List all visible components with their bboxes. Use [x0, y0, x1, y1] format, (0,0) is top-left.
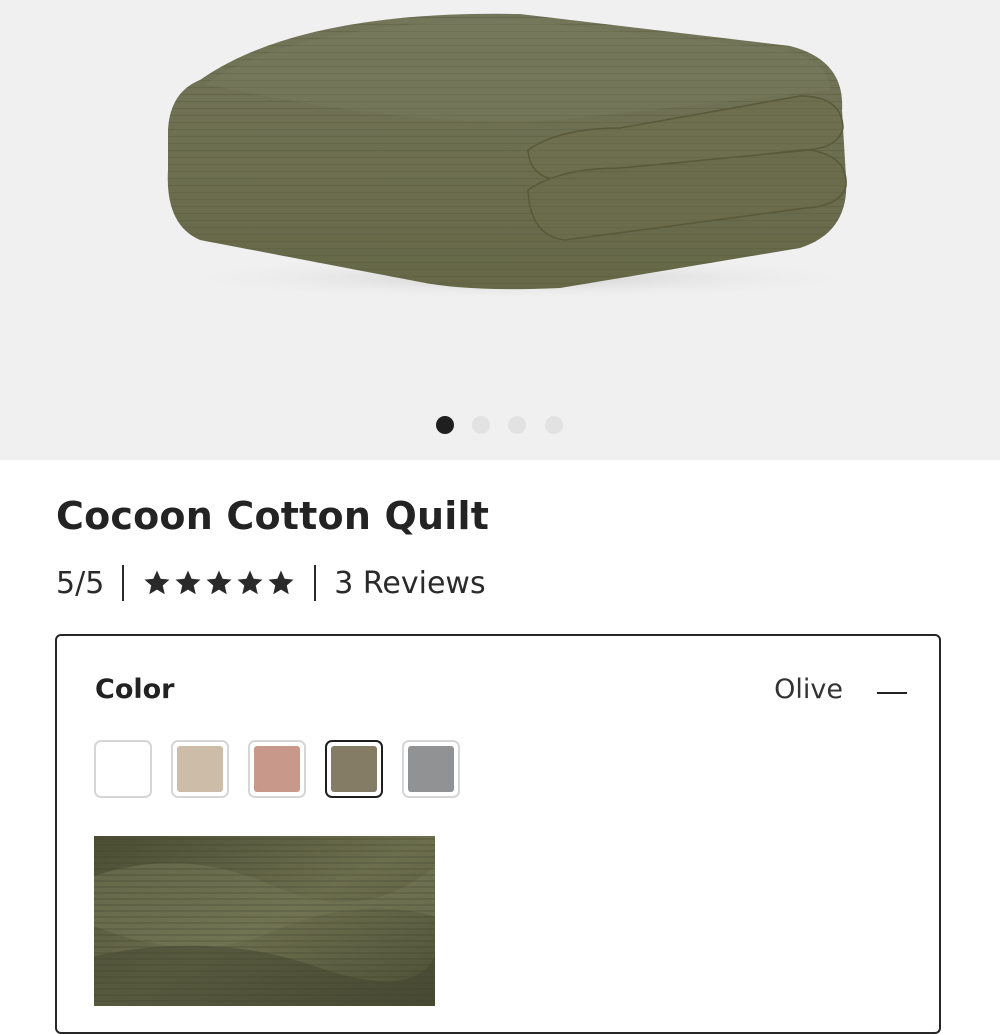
swatch-blush[interactable]	[248, 740, 306, 798]
swatch-white[interactable]	[94, 740, 152, 798]
fabric-texture	[94, 836, 435, 1006]
divider	[122, 565, 125, 601]
divider	[314, 565, 317, 601]
rating-summary: 5/5 3 Reviews	[56, 563, 486, 603]
swatch-fill	[408, 746, 454, 792]
quilt-product-image	[160, 13, 880, 300]
swatch-fill	[100, 746, 146, 792]
star-icon	[175, 570, 201, 595]
fabric-detail-image	[94, 836, 435, 1006]
star-rating	[142, 568, 296, 598]
rating-score: 5/5	[56, 565, 105, 601]
star-icon	[237, 570, 263, 595]
selected-color-value: Olive	[774, 674, 843, 705]
gallery-pagination	[0, 416, 1000, 434]
gallery-dot-1[interactable]	[436, 416, 454, 434]
star-icon	[268, 570, 294, 595]
product-image-gallery[interactable]	[0, 0, 1000, 460]
gallery-dot-4[interactable]	[545, 416, 563, 434]
swatch-olive[interactable]	[325, 740, 383, 798]
reviews-link[interactable]: 3 Reviews	[334, 566, 485, 601]
swatch-sand[interactable]	[171, 740, 229, 798]
product-title: Cocoon Cotton Quilt	[56, 494, 490, 538]
gallery-dot-2[interactable]	[472, 416, 490, 434]
swatch-grey[interactable]	[402, 740, 460, 798]
swatch-fill	[177, 746, 223, 792]
star-icon	[144, 570, 170, 595]
gallery-dot-3[interactable]	[508, 416, 526, 434]
star-icon	[206, 570, 232, 595]
swatch-fill	[254, 746, 300, 792]
color-swatches	[94, 740, 460, 798]
color-option-panel: Color Olive	[55, 634, 941, 1034]
collapse-minus-icon[interactable]	[877, 692, 907, 694]
swatch-fill	[331, 746, 377, 792]
color-label: Color	[95, 674, 175, 705]
